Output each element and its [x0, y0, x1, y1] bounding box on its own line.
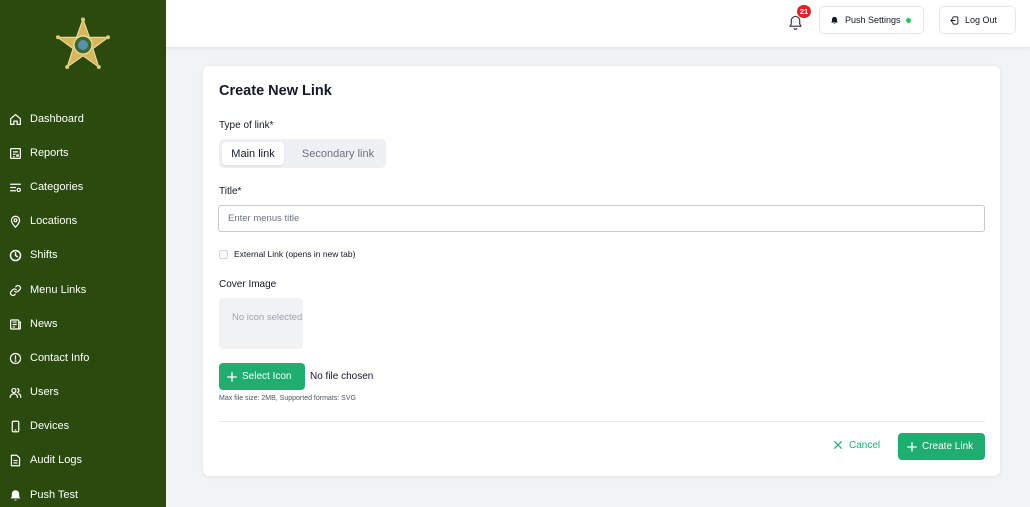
- status-dot: [905, 17, 911, 23]
- external-link-checkbox[interactable]: [219, 250, 228, 259]
- sidebar-item-label: Push Test: [30, 488, 79, 501]
- external-link-label: External Link (opens in new tab): [234, 249, 356, 259]
- push-settings-button[interactable]: Push Settings: [819, 6, 924, 34]
- categories-icon: [10, 183, 21, 193]
- plus-icon: [227, 371, 237, 382]
- sidebar-item-label: Categories: [30, 180, 84, 193]
- type-of-link-label: Type of link*: [219, 120, 274, 131]
- sidebar-item-label: Locations: [30, 215, 78, 228]
- main-link-option[interactable]: Main link: [222, 142, 284, 165]
- sidebar-item-label: Dashboard: [30, 112, 84, 125]
- sidebar-item-shifts[interactable]: Shifts: [0, 239, 166, 273]
- no-file-chosen-text: No file chosen: [310, 371, 374, 382]
- cancel-label: Cancel: [849, 439, 881, 451]
- top-bar: 21 Push Settings Log Out: [166, 0, 1030, 48]
- users-icon: [9, 387, 22, 399]
- create-link-card: Create New Link Type of link* Main link …: [203, 66, 1000, 476]
- bell-icon: [831, 16, 838, 24]
- secondary-link-option[interactable]: Secondary link: [292, 142, 384, 165]
- sidebar-item-audit-logs[interactable]: Audit Logs: [0, 444, 166, 478]
- clock-icon: [9, 250, 22, 262]
- sidebar-item-dashboard[interactable]: Dashboard: [0, 102, 166, 136]
- sidebar-item-label: Devices: [30, 420, 70, 433]
- location-pin-icon: [10, 215, 21, 229]
- sidebar-item-push-test[interactable]: Push Test: [0, 478, 166, 507]
- newspaper-icon: [10, 319, 21, 330]
- sidebar-item-contact-info[interactable]: Contact Info: [0, 341, 166, 375]
- notification-count-badge: 21: [797, 5, 811, 18]
- bell-icon: [10, 489, 21, 501]
- close-icon: [834, 441, 842, 449]
- logout-label: Log Out: [965, 15, 998, 25]
- sidebar-item-users[interactable]: Users: [0, 376, 166, 410]
- sidebar: Dashboard Reports Categories Locations S…: [0, 0, 166, 507]
- logout-button[interactable]: Log Out: [939, 6, 1016, 34]
- sidebar-item-label: Reports: [30, 146, 69, 159]
- sidebar-item-label: Contact Info: [30, 351, 90, 364]
- sidebar-item-locations[interactable]: Locations: [0, 205, 166, 239]
- sidebar-item-label: Menu Links: [30, 283, 87, 296]
- cover-image-label: Cover Image: [219, 279, 277, 290]
- select-icon-label: Select Icon: [242, 371, 292, 382]
- push-settings-label: Push Settings: [845, 15, 901, 25]
- sidebar-item-menu-links[interactable]: Menu Links: [0, 273, 166, 307]
- title-input[interactable]: [218, 205, 985, 232]
- sidebar-item-label: News: [30, 317, 58, 330]
- sidebar-item-categories[interactable]: Categories: [0, 170, 166, 204]
- sidebar-item-devices[interactable]: Devices: [0, 410, 166, 444]
- divider: [219, 421, 985, 422]
- link-type-toggle: Main link Secondary link: [219, 139, 386, 168]
- select-icon-button[interactable]: Select Icon: [219, 363, 305, 390]
- title-label: Title*: [219, 186, 242, 197]
- sidebar-item-label: Shifts: [30, 249, 58, 262]
- create-link-button[interactable]: Create Link: [898, 433, 985, 460]
- icon-preview: No icon selected: [219, 298, 303, 349]
- file-hint-text: Max file size: 2MB, Supported formats: S…: [219, 395, 356, 402]
- sidebar-item-label: Audit Logs: [30, 454, 82, 467]
- sidebar-item-reports[interactable]: Reports: [0, 136, 166, 170]
- phone-icon: [11, 420, 20, 433]
- cancel-button[interactable]: Cancel: [833, 436, 880, 454]
- info-circle-icon: [9, 352, 22, 365]
- report-icon: [10, 147, 21, 159]
- page-title: Create New Link: [219, 83, 332, 99]
- link-icon: [9, 284, 22, 296]
- logout-icon: [950, 15, 959, 25]
- create-link-label: Create Link: [922, 441, 974, 452]
- sidebar-item-news[interactable]: News: [0, 307, 166, 341]
- document-icon: [10, 455, 21, 467]
- sidebar-nav: Dashboard Reports Categories Locations S…: [0, 102, 166, 507]
- sidebar-item-label: Users: [30, 386, 59, 399]
- sheriff-star-logo[interactable]: [55, 17, 111, 73]
- plus-icon: [907, 441, 917, 452]
- home-icon: [10, 113, 21, 125]
